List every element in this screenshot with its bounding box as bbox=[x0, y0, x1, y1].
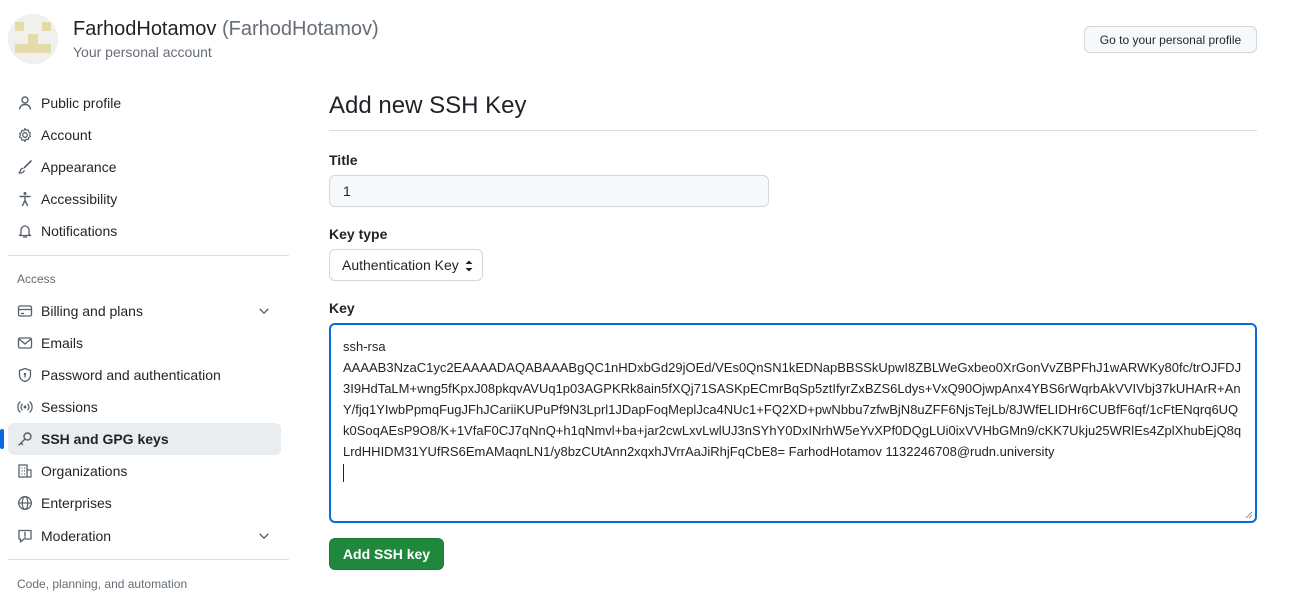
sidebar-item-label: Enterprises bbox=[41, 495, 112, 511]
chevron-down-icon[interactable] bbox=[257, 304, 271, 318]
shield-lock-icon bbox=[17, 367, 33, 383]
key-type-value: Authentication Key bbox=[342, 257, 459, 273]
sidebar-item-label: Password and authentication bbox=[41, 367, 221, 383]
sidebar-item-ssh-gpg-keys[interactable]: SSH and GPG keys bbox=[0, 423, 281, 455]
key-body: AAAAB3NzaC1yc2EAAAADAQABAAABgQC1nHDxbGd2… bbox=[343, 360, 1242, 459]
title-field-label: Title bbox=[329, 152, 358, 168]
sidebar-item-appearance[interactable]: Appearance bbox=[8, 151, 281, 183]
accessibility-icon bbox=[17, 191, 33, 207]
select-arrows-icon bbox=[465, 260, 473, 272]
mail-icon bbox=[17, 335, 33, 351]
go-to-profile-button[interactable]: Go to your personal profile bbox=[1084, 26, 1257, 53]
resize-grip-icon[interactable] bbox=[1245, 511, 1253, 519]
account-handle: (FarhodHotamov) bbox=[221, 18, 379, 40]
key-prefix: ssh-rsa bbox=[343, 339, 386, 354]
sidebar-item-label: SSH and GPG keys bbox=[41, 431, 169, 447]
account-name: FarhodHotamov (FarhodHotamov) bbox=[73, 18, 379, 41]
display-name[interactable]: FarhodHotamov bbox=[73, 18, 216, 40]
gear-icon bbox=[17, 127, 33, 143]
sidebar-item-sessions[interactable]: Sessions bbox=[8, 391, 281, 423]
page-title: Add new SSH Key bbox=[329, 92, 527, 119]
add-ssh-key-button[interactable]: Add SSH key bbox=[329, 538, 444, 570]
key-type-label: Key type bbox=[329, 226, 388, 242]
credit-card-icon bbox=[17, 303, 33, 319]
sidebar-divider bbox=[8, 559, 289, 560]
globe-icon bbox=[17, 495, 33, 511]
title-input[interactable] bbox=[329, 175, 769, 207]
sidebar-item-label: Moderation bbox=[41, 528, 112, 544]
text-caret bbox=[343, 464, 344, 482]
report-icon bbox=[17, 528, 33, 544]
sidebar-item-label: Public profile bbox=[41, 95, 122, 111]
sidebar-item-label: Emails bbox=[41, 335, 84, 351]
title-divider bbox=[329, 130, 1257, 131]
sidebar-item-notifications[interactable]: Notifications bbox=[8, 215, 281, 247]
sidebar-item-enterprises[interactable]: Enterprises bbox=[8, 487, 281, 519]
chevron-down-icon[interactable] bbox=[257, 529, 271, 543]
sidebar-item-label: Account bbox=[41, 127, 92, 143]
key-type-select[interactable]: Authentication Key bbox=[329, 249, 483, 281]
sidebar-item-account[interactable]: Account bbox=[8, 119, 281, 151]
avatar[interactable] bbox=[8, 14, 58, 64]
broadcast-icon bbox=[17, 399, 33, 415]
account-subtitle: Your personal account bbox=[73, 44, 212, 60]
sidebar-item-moderation[interactable]: Moderation bbox=[8, 520, 281, 552]
sidebar-item-public-profile[interactable]: Public profile bbox=[8, 87, 281, 119]
bell-icon bbox=[17, 223, 33, 239]
person-icon bbox=[17, 95, 33, 111]
sidebar-item-label: Organizations bbox=[41, 463, 128, 479]
sidebar-item-label: Billing and plans bbox=[41, 303, 143, 319]
organization-icon bbox=[17, 463, 33, 479]
sidebar-item-emails[interactable]: Emails bbox=[8, 327, 281, 359]
code-planning-heading: Code, planning, and automation bbox=[17, 577, 188, 591]
access-heading: Access bbox=[17, 272, 56, 286]
key-icon bbox=[17, 431, 33, 447]
sidebar-item-label: Sessions bbox=[41, 399, 98, 415]
sidebar-item-organizations[interactable]: Organizations bbox=[8, 455, 281, 487]
sidebar-divider bbox=[8, 255, 289, 256]
sidebar-item-label: Notifications bbox=[41, 223, 118, 239]
identicon-avatar-icon bbox=[8, 14, 58, 64]
sidebar-item-label: Accessibility bbox=[41, 191, 118, 207]
paintbrush-icon bbox=[17, 159, 33, 175]
sidebar-item-accessibility[interactable]: Accessibility bbox=[8, 183, 281, 215]
sidebar-item-label: Appearance bbox=[41, 159, 117, 175]
sidebar-item-billing[interactable]: Billing and plans bbox=[8, 295, 281, 327]
key-field-label: Key bbox=[329, 300, 355, 316]
sidebar-item-password-authentication[interactable]: Password and authentication bbox=[8, 359, 281, 391]
key-textarea[interactable]: ssh-rsa AAAAB3NzaC1yc2EAAAADAQABAAABgQC1… bbox=[329, 323, 1257, 523]
